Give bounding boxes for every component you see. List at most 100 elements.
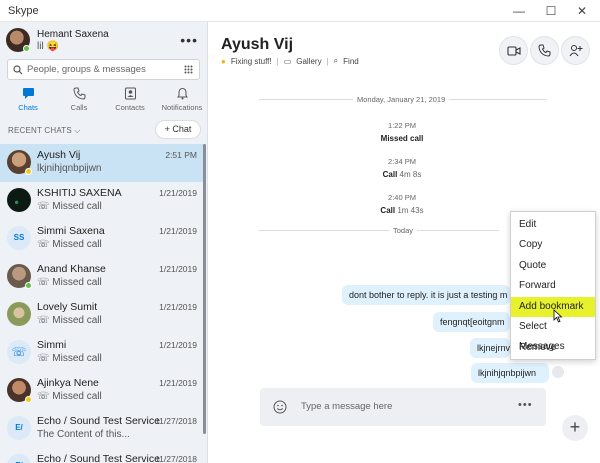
contact-avatar: [7, 302, 31, 326]
call-event: Missed call: [342, 134, 462, 143]
conversation-item[interactable]: E/ Echo / Sound Test Service 11/27/2018: [0, 448, 206, 463]
new-chat-button[interactable]: + Chat: [155, 120, 201, 139]
audio-call-button[interactable]: [530, 36, 559, 65]
profile-area[interactable]: Hemant Saxena lil 😝 •••: [6, 28, 202, 58]
gallery-link[interactable]: Gallery: [296, 57, 321, 66]
add-people-button[interactable]: [561, 36, 590, 65]
conversation-name: Ayush Vij: [37, 149, 81, 161]
away-status-dot: [25, 168, 32, 175]
preview-text: Missed call: [52, 201, 102, 212]
divider: |: [326, 56, 329, 66]
event-time: 2:34 PM: [388, 157, 416, 166]
preview-text: Missed call: [52, 391, 102, 402]
tab-calls[interactable]: Calls: [53, 85, 105, 117]
conversation-name: Ajinkya Nene: [37, 377, 99, 389]
composer-placeholder: Type a message here: [301, 401, 393, 412]
phone-icon: [72, 87, 85, 100]
menu-item-edit[interactable]: Edit: [511, 215, 595, 235]
conversation-item[interactable]: Ayush Vij lkjnihjqnbpijwn 2:51 PM: [0, 144, 206, 182]
missed-call-icon: ☏: [37, 201, 53, 212]
conversation-preview: ☏ Missed call: [37, 277, 102, 288]
status-bulb-icon: ●: [221, 56, 226, 66]
contacts-icon: [124, 87, 136, 100]
call-event-title: Missed call: [380, 134, 424, 143]
chat-subheader: ● Fixing stuff! | ▭ Gallery | ⌕ Find: [221, 56, 359, 66]
add-content-button[interactable]: +: [562, 415, 588, 441]
mood-message: Fixing stuff!: [230, 56, 272, 66]
conversation-scrollbar[interactable]: [203, 144, 206, 434]
conversation-item[interactable]: KSHITIJ SAXENA ☏ Missed call 1/21/2019: [0, 182, 206, 220]
conversation-time: 1/21/2019: [159, 188, 197, 198]
message-bubble[interactable]: dont bother to reply. it is just a testi…: [342, 285, 510, 305]
message-context-menu: Edit Copy Quote Forward Add bookmark Sel…: [510, 211, 596, 360]
my-name: Hemant Saxena: [37, 29, 109, 40]
chat-contact-name[interactable]: Ayush Vij: [221, 36, 293, 54]
message-composer[interactable]: Type a message here •••: [260, 388, 546, 426]
window-title: Skype: [8, 4, 39, 17]
dialpad-icon[interactable]: [184, 65, 193, 75]
call-duration: 4m 8s: [397, 170, 422, 179]
recent-chats-header[interactable]: RECENT CHATS ⌵: [8, 126, 81, 136]
maximize-button[interactable]: ☐: [537, 0, 565, 22]
call-duration: 1m 43s: [395, 206, 424, 215]
search-placeholder: People, groups & messages: [27, 64, 146, 75]
conversation-preview: ☏ Missed call: [37, 201, 102, 212]
menu-item-remove[interactable]: Remove: [511, 338, 595, 358]
composer-more-icon[interactable]: •••: [518, 399, 533, 411]
conversation-item[interactable]: E/ Echo / Sound Test Service The Content…: [0, 410, 206, 448]
video-camera-icon: [506, 45, 521, 56]
conversation-preview: ☏ Missed call: [37, 315, 102, 326]
message-bubble[interactable]: fengnqt[eoitgnm: [433, 312, 510, 332]
conversation-item[interactable]: Lovely Sumit ☏ Missed call 1/21/2019: [0, 296, 206, 334]
conversation-time: 1/21/2019: [159, 378, 197, 388]
event-time: 2:40 PM: [388, 193, 416, 202]
close-button[interactable]: ✕: [568, 0, 596, 22]
minimize-button[interactable]: —: [505, 0, 533, 22]
my-mood: lil 😝: [37, 41, 59, 52]
conversation-time: 11/27/2018: [155, 454, 197, 463]
nav-tabs: Chats Calls Contacts Notifications: [0, 85, 207, 117]
find-link[interactable]: Find: [343, 57, 359, 66]
today-separator-line: [259, 230, 499, 231]
conversation-name: Simmi Saxena: [37, 225, 105, 237]
message-bubble[interactable]: lkjnejrnvp: [470, 338, 510, 358]
away-status-dot: [25, 396, 32, 403]
more-options-button[interactable]: •••: [180, 32, 198, 48]
call-event-title: Call: [382, 170, 398, 179]
conversation-item[interactable]: ☏ Simmi ☏ Missed call 1/21/2019: [0, 334, 206, 372]
emoji-icon[interactable]: [273, 400, 287, 414]
bell-icon: [176, 87, 188, 100]
conversation-item[interactable]: Ajinkya Nene ☏ Missed call 1/21/2019: [0, 372, 206, 410]
contact-avatar-initials: E/: [7, 454, 31, 463]
conversation-item[interactable]: Anand Khanse ☏ Missed call 1/21/2019: [0, 258, 206, 296]
conversation-time: 1/21/2019: [159, 264, 197, 274]
conversation-preview: The Content of this...: [37, 429, 130, 440]
call-event-title: Call: [380, 206, 396, 215]
tab-notifications[interactable]: Notifications: [156, 85, 207, 117]
conversation-time: 1/21/2019: [159, 226, 197, 236]
menu-item-forward[interactable]: Forward: [511, 276, 595, 296]
message-reaction-button[interactable]: [552, 366, 564, 378]
tab-notifications-label: Notifications: [161, 103, 203, 112]
mouse-cursor-icon: [553, 309, 563, 323]
tab-contacts[interactable]: Contacts: [104, 85, 156, 117]
contact-avatar: [7, 188, 31, 212]
preview-text: Missed call: [52, 277, 102, 288]
menu-item-quote[interactable]: Quote: [511, 256, 595, 276]
event-time: 1:22 PM: [388, 121, 416, 130]
message-bubble[interactable]: lkjnihjqnbpijwn: [471, 363, 549, 383]
conversation-time: 2:51 PM: [165, 150, 197, 160]
conversation-preview: lkjnihjqnbpijwn: [37, 163, 102, 174]
add-person-icon: [569, 45, 582, 57]
conversation-item[interactable]: SS Simmi Saxena ☏ Missed call 1/21/2019: [0, 220, 206, 258]
video-call-button[interactable]: [499, 36, 528, 65]
tab-calls-label: Calls: [70, 103, 88, 112]
conversation-name: Lovely Sumit: [37, 301, 98, 313]
conversation-time: 1/21/2019: [159, 340, 197, 350]
online-status-dot: [23, 45, 30, 52]
menu-item-copy[interactable]: Copy: [511, 235, 595, 255]
search-box[interactable]: People, groups & messages: [7, 59, 200, 80]
divider: |: [276, 56, 279, 66]
missed-call-icon: ☏: [37, 315, 53, 326]
tab-chats[interactable]: Chats: [2, 85, 54, 117]
